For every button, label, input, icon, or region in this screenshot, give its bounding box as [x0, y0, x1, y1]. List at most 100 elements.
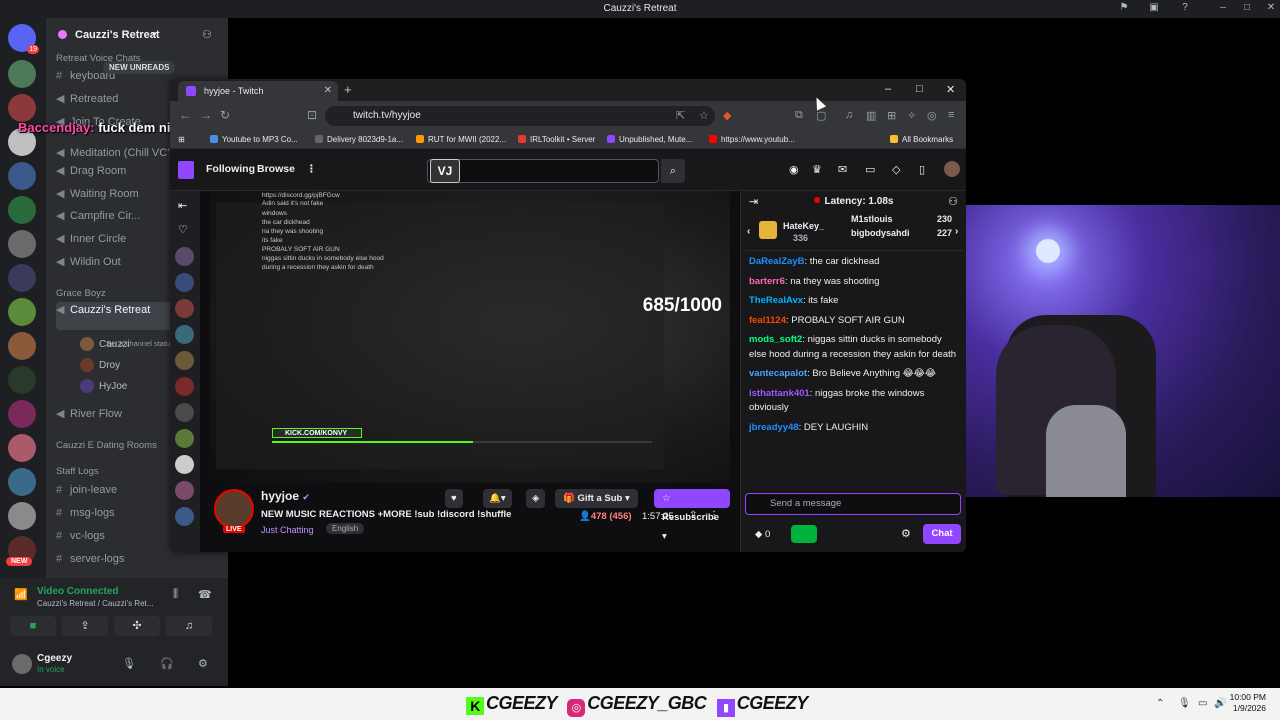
chevron-left-icon[interactable]: ‹ — [747, 226, 750, 237]
signal-icon[interactable]: 📶 — [14, 588, 28, 601]
url-field[interactable]: twitch.tv/hyyjoe — [325, 106, 715, 126]
maximize-icon[interactable]: □ — [1241, 2, 1253, 14]
channel-inner-circle[interactable]: Inner Circle — [70, 233, 126, 245]
sidebar-channel-avatar[interactable] — [175, 455, 194, 474]
browser-tab[interactable]: hyyjoe - Twitch ✕ — [178, 81, 338, 101]
notification-bell-icon[interactable]: 🔔▾ — [483, 489, 512, 508]
close-icon[interactable]: ✕ — [1265, 2, 1277, 14]
microphone-icon[interactable]: 🎙 — [122, 657, 136, 670]
activities-button[interactable]: ✣ — [114, 616, 160, 636]
bookmark-item[interactable]: RUT for MWII (2022... — [416, 135, 506, 144]
category-dating-rooms[interactable]: Cauzzi E Dating Rooms — [56, 440, 157, 451]
gifter-name[interactable]: HateKey_ — [783, 221, 824, 231]
collapse-icon[interactable]: ⇤ — [178, 199, 187, 212]
all-bookmarks[interactable]: All Bookmarks — [890, 135, 953, 144]
new-badge[interactable]: NEW — [6, 557, 33, 566]
server-icon[interactable] — [8, 434, 36, 462]
chat-message[interactable]: TheRealAvx: its fake — [749, 294, 961, 309]
chat-username[interactable]: vantecapalot — [749, 368, 807, 379]
microphone-icon[interactable]: 🎙 — [1178, 698, 1191, 709]
noise-suppression-icon[interactable]: ⫼ — [173, 588, 178, 601]
chat-username[interactable]: mods_soft2 — [749, 334, 802, 345]
forward-icon[interactable]: → — [200, 108, 212, 122]
channel-waiting-room[interactable]: Waiting Room — [70, 188, 139, 200]
sidebar-channel-avatar[interactable] — [175, 481, 194, 500]
sidebar-channel-avatar[interactable] — [175, 507, 194, 526]
chat-username[interactable]: DaRealZayB — [749, 256, 804, 267]
bookmark-item[interactable]: Unpublished, Mute... — [607, 135, 692, 144]
diamond-icon[interactable]: ◇ — [892, 163, 900, 176]
back-icon[interactable]: ← — [179, 108, 191, 122]
soundboard-button[interactable]: ♫ — [166, 616, 212, 636]
gear-icon[interactable]: ⚙ — [901, 527, 911, 540]
disconnect-icon[interactable]: ☎ — [198, 588, 212, 601]
sidebar-channel-avatar[interactable] — [175, 429, 194, 448]
inbox-icon[interactable]: ▣ — [1148, 2, 1160, 14]
more-icon[interactable]: ⋮ — [306, 163, 317, 175]
apps-icon[interactable]: ⊞ — [178, 135, 185, 144]
maximize-icon[interactable]: □ — [916, 83, 923, 95]
chat-message[interactable]: isthattank401: niggas broke the windows … — [749, 387, 961, 416]
server-icon[interactable] — [8, 366, 36, 394]
bookmark-item[interactable]: https://www.youtub... — [709, 135, 795, 144]
headphones-icon[interactable]: 🎧 — [160, 657, 174, 670]
bookmark-icon[interactable]: ⊡ — [307, 108, 317, 122]
close-icon[interactable]: ✕ — [946, 83, 955, 96]
volume-icon[interactable]: 🔊 — [1214, 698, 1226, 709]
mail-icon[interactable]: ✉ — [838, 163, 847, 176]
channel-cauzzis-retreat[interactable]: Cauzzi's Retreat — [70, 304, 150, 316]
server-icon[interactable] — [8, 60, 36, 88]
chat-username[interactable]: feal1124 — [749, 315, 786, 326]
extension-icon[interactable]: ⧉ — [795, 109, 803, 122]
avatar[interactable] — [944, 161, 960, 177]
channel-campfire[interactable]: Campfire Cir... — [70, 210, 140, 222]
add-user-icon[interactable]: ⚇ — [202, 28, 212, 41]
server-icon[interactable] — [8, 400, 36, 428]
hype-icon[interactable]: ◈ — [526, 489, 546, 508]
share-icon[interactable]: ⇪ — [689, 510, 697, 521]
language-tag[interactable]: English — [326, 523, 365, 534]
sidebar-channel-avatar[interactable] — [175, 325, 194, 344]
star-icon[interactable]: ☆ — [699, 109, 709, 122]
chevron-right-icon[interactable]: › — [955, 226, 958, 237]
prime-loot-icon[interactable]: ◉ — [789, 163, 799, 176]
server-icon[interactable] — [8, 332, 36, 360]
ad-free-icon[interactable]: ▯ — [919, 163, 925, 176]
chat-username[interactable]: isthattank401 — [749, 388, 810, 399]
chat-button[interactable]: Chat — [923, 524, 961, 544]
video-progress-bar[interactable] — [272, 441, 652, 443]
chat-message[interactable]: mods_soft2: niggas sittin ducks in someb… — [749, 333, 961, 362]
streamer-avatar[interactable] — [214, 489, 254, 529]
gifter-name[interactable]: bigbodysahdi — [851, 228, 910, 238]
sidebar-channel-avatar[interactable] — [175, 377, 194, 396]
crown-icon[interactable]: ♛ — [812, 163, 822, 176]
extension-icon[interactable]: ▢ — [816, 109, 826, 122]
minimize-icon[interactable]: – — [1217, 2, 1229, 14]
channel-points[interactable]: ◆ 0 — [755, 529, 770, 540]
server-icon[interactable] — [8, 468, 36, 496]
chat-message[interactable]: barterr6: na they was shooting — [749, 275, 961, 290]
network-icon[interactable]: ▭ — [1198, 698, 1207, 709]
member-droy[interactable]: Droy — [99, 360, 120, 371]
channel-server-logs[interactable]: server-logs — [70, 553, 124, 565]
server-icon[interactable] — [8, 196, 36, 224]
gifter-name[interactable]: M1stlouis — [851, 214, 893, 224]
server-icon[interactable] — [8, 230, 36, 258]
voice-location[interactable]: Cauzzi's Retreat / Cauzzi's Ret... — [37, 599, 153, 608]
member-cauzzi[interactable]: Cauzzi — [99, 339, 130, 350]
vpn-icon[interactable]: ◎ — [927, 109, 937, 122]
video-player[interactable]: https://discord.gg/pjBFGcw Adin said it'… — [210, 191, 730, 483]
prediction-icon[interactable] — [791, 525, 817, 543]
chat-message[interactable]: jbreadyy48: DEY LAUGHIN — [749, 421, 961, 436]
chevron-up-icon[interactable]: ⌃ — [1156, 698, 1164, 709]
search-icon[interactable]: ⌕ — [661, 159, 685, 183]
category-staff-logs[interactable]: Staff Logs — [56, 466, 99, 477]
bookmark-item[interactable]: Delivery 8023d9-1a... — [315, 135, 403, 144]
chat-username[interactable]: TheRealAvx — [749, 295, 803, 306]
avatar[interactable] — [12, 654, 32, 674]
search-input[interactable] — [427, 159, 659, 183]
chat-username[interactable]: jbreadyy48 — [749, 422, 799, 433]
server-header[interactable]: Cauzzi's Retreat ▾ ⚇ — [46, 18, 228, 54]
reload-icon[interactable]: ↻ — [220, 108, 230, 122]
chat-message[interactable]: DaRealZayB: the car dickhead — [749, 255, 961, 270]
